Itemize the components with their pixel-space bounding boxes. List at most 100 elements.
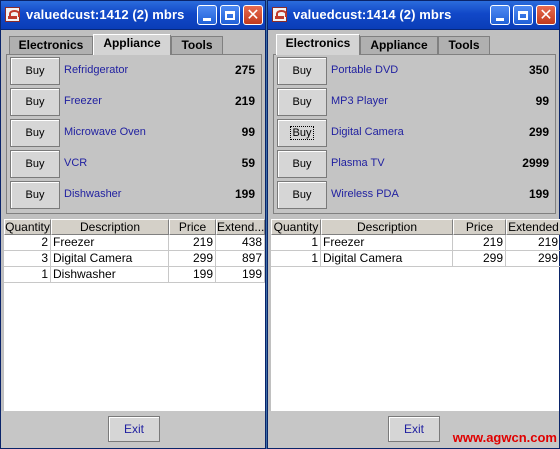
tab-appliance[interactable]: Appliance [93, 34, 171, 55]
table-row[interactable]: 1 Freezer 219 219 [271, 235, 560, 251]
product-name: Freezer [64, 95, 102, 107]
buy-button[interactable]: Buy [10, 150, 60, 178]
cell-description: Dishwasher [51, 267, 169, 283]
column-header-price[interactable]: Price [453, 219, 506, 235]
product-name: Dishwasher [64, 188, 122, 200]
buy-button[interactable]: Buy [10, 57, 60, 85]
close-button[interactable]: ✕ [243, 5, 263, 25]
cell-description: Freezer [51, 235, 169, 251]
maximize-button[interactable] [513, 5, 533, 25]
table-row[interactable]: 1 Dishwasher 199 199 [4, 267, 265, 283]
product-row: Buy Digital Camera 299 [274, 118, 555, 149]
column-header-quantity[interactable]: Quantity [4, 219, 51, 235]
product-name: VCR [64, 157, 88, 169]
product-price: 59 [241, 156, 255, 170]
minimize-button[interactable] [490, 5, 510, 25]
cell-extended: 199 [216, 267, 265, 283]
table-row[interactable]: 1 Digital Camera 299 299 [271, 251, 560, 267]
column-header-description[interactable]: Description [321, 219, 453, 235]
title-bar[interactable]: valuedcust:1412 (2) mbrs ✕ [1, 1, 265, 30]
column-header-quantity[interactable]: Quantity [271, 219, 321, 235]
order-table: Quantity Description Price Extended 1 Fr… [268, 219, 560, 448]
minimize-button[interactable] [197, 5, 217, 25]
tab-electronics[interactable]: Electronics [276, 34, 360, 55]
product-panel: Buy Refridgerator 275 Buy Freezer 219 Bu… [6, 54, 262, 214]
buy-button[interactable]: Buy [10, 181, 60, 209]
exit-button[interactable]: Exit [108, 416, 160, 442]
title-bar[interactable]: valuedcust:1414 (2) mbrs ✕ [268, 1, 559, 30]
column-header-extended[interactable]: Extended [506, 219, 560, 235]
order-table: Quantity Description Price Extend... 2 F… [1, 219, 265, 448]
product-price: 219 [234, 94, 255, 108]
product-price: 199 [234, 187, 255, 201]
tab-tools[interactable]: Tools [438, 36, 490, 54]
column-header-description[interactable]: Description [51, 219, 169, 235]
tab-electronics[interactable]: Electronics [9, 36, 93, 54]
cell-quantity: 3 [4, 251, 51, 267]
buy-button[interactable]: Buy [277, 150, 327, 178]
product-row: Buy Microwave Oven 99 [7, 118, 261, 149]
product-row: Buy Dishwasher 199 [7, 180, 261, 211]
cell-description: Digital Camera [321, 251, 453, 267]
column-header-price[interactable]: Price [169, 219, 216, 235]
table-row[interactable]: 3 Digital Camera 299 897 [4, 251, 265, 267]
maximize-button[interactable] [220, 5, 240, 25]
cell-quantity: 1 [271, 235, 321, 251]
window-valuedcust-1414: valuedcust:1414 (2) mbrs ✕ Electronics A… [267, 0, 560, 449]
cell-description: Freezer [321, 235, 453, 251]
buy-button[interactable]: Buy [10, 88, 60, 116]
table-row[interactable]: 2 Freezer 219 438 [4, 235, 265, 251]
table-header: Quantity Description Price Extended [271, 219, 560, 235]
column-header-extended[interactable]: Extend... [216, 219, 265, 235]
cell-price: 199 [169, 267, 216, 283]
cell-description: Digital Camera [51, 251, 169, 267]
tab-tools[interactable]: Tools [171, 36, 223, 54]
product-row: Buy Wireless PDA 199 [274, 180, 555, 211]
cell-price: 219 [453, 235, 506, 251]
java-app-icon [5, 7, 20, 22]
product-panel: Buy Portable DVD 350 Buy MP3 Player 99 B… [273, 54, 556, 214]
cell-extended: 219 [506, 235, 560, 251]
buy-button[interactable]: Buy [10, 119, 60, 147]
product-name: Microwave Oven [64, 126, 146, 138]
buy-button[interactable]: Buy [277, 57, 327, 85]
product-name: MP3 Player [331, 95, 388, 107]
cell-quantity: 2 [4, 235, 51, 251]
buy-button[interactable]: Buy [277, 119, 327, 147]
exit-button[interactable]: Exit [388, 416, 440, 442]
product-price: 199 [528, 187, 549, 201]
product-row: Buy VCR 59 [7, 149, 261, 180]
product-row: Buy Portable DVD 350 [274, 56, 555, 87]
product-name: Refridgerator [64, 64, 129, 76]
product-price: 99 [535, 94, 549, 108]
product-name: Plasma TV [331, 157, 385, 169]
buy-button[interactable]: Buy [277, 88, 327, 116]
java-app-icon [272, 7, 287, 22]
minimize-icon [496, 18, 504, 21]
maximize-icon [225, 10, 235, 20]
table-body: 2 Freezer 219 438 3 Digital Camera 299 8… [4, 235, 265, 411]
cell-extended: 897 [216, 251, 265, 267]
minimize-icon [203, 18, 211, 21]
table-header: Quantity Description Price Extend... [4, 219, 265, 235]
buy-button[interactable]: Buy [277, 181, 327, 209]
product-price: 275 [234, 63, 255, 77]
footer-bar: Exit [1, 411, 265, 448]
cell-quantity: 1 [4, 267, 51, 283]
product-name: Digital Camera [331, 126, 404, 138]
product-row: Buy Refridgerator 275 [7, 56, 261, 87]
close-icon: ✕ [246, 5, 260, 24]
cell-price: 299 [453, 251, 506, 267]
cell-price: 219 [169, 235, 216, 251]
tab-appliance[interactable]: Appliance [360, 36, 438, 54]
product-price: 2999 [522, 156, 549, 170]
close-icon: ✕ [539, 5, 553, 24]
product-row: Buy Plasma TV 2999 [274, 149, 555, 180]
product-row: Buy Freezer 219 [7, 87, 261, 118]
cell-extended: 438 [216, 235, 265, 251]
footer-bar: Exit www.agwcn.com [268, 411, 559, 448]
window-title: valuedcust:1414 (2) mbrs [293, 7, 452, 22]
close-button[interactable]: ✕ [536, 5, 556, 25]
product-price: 99 [241, 125, 255, 139]
cell-extended: 299 [506, 251, 560, 267]
